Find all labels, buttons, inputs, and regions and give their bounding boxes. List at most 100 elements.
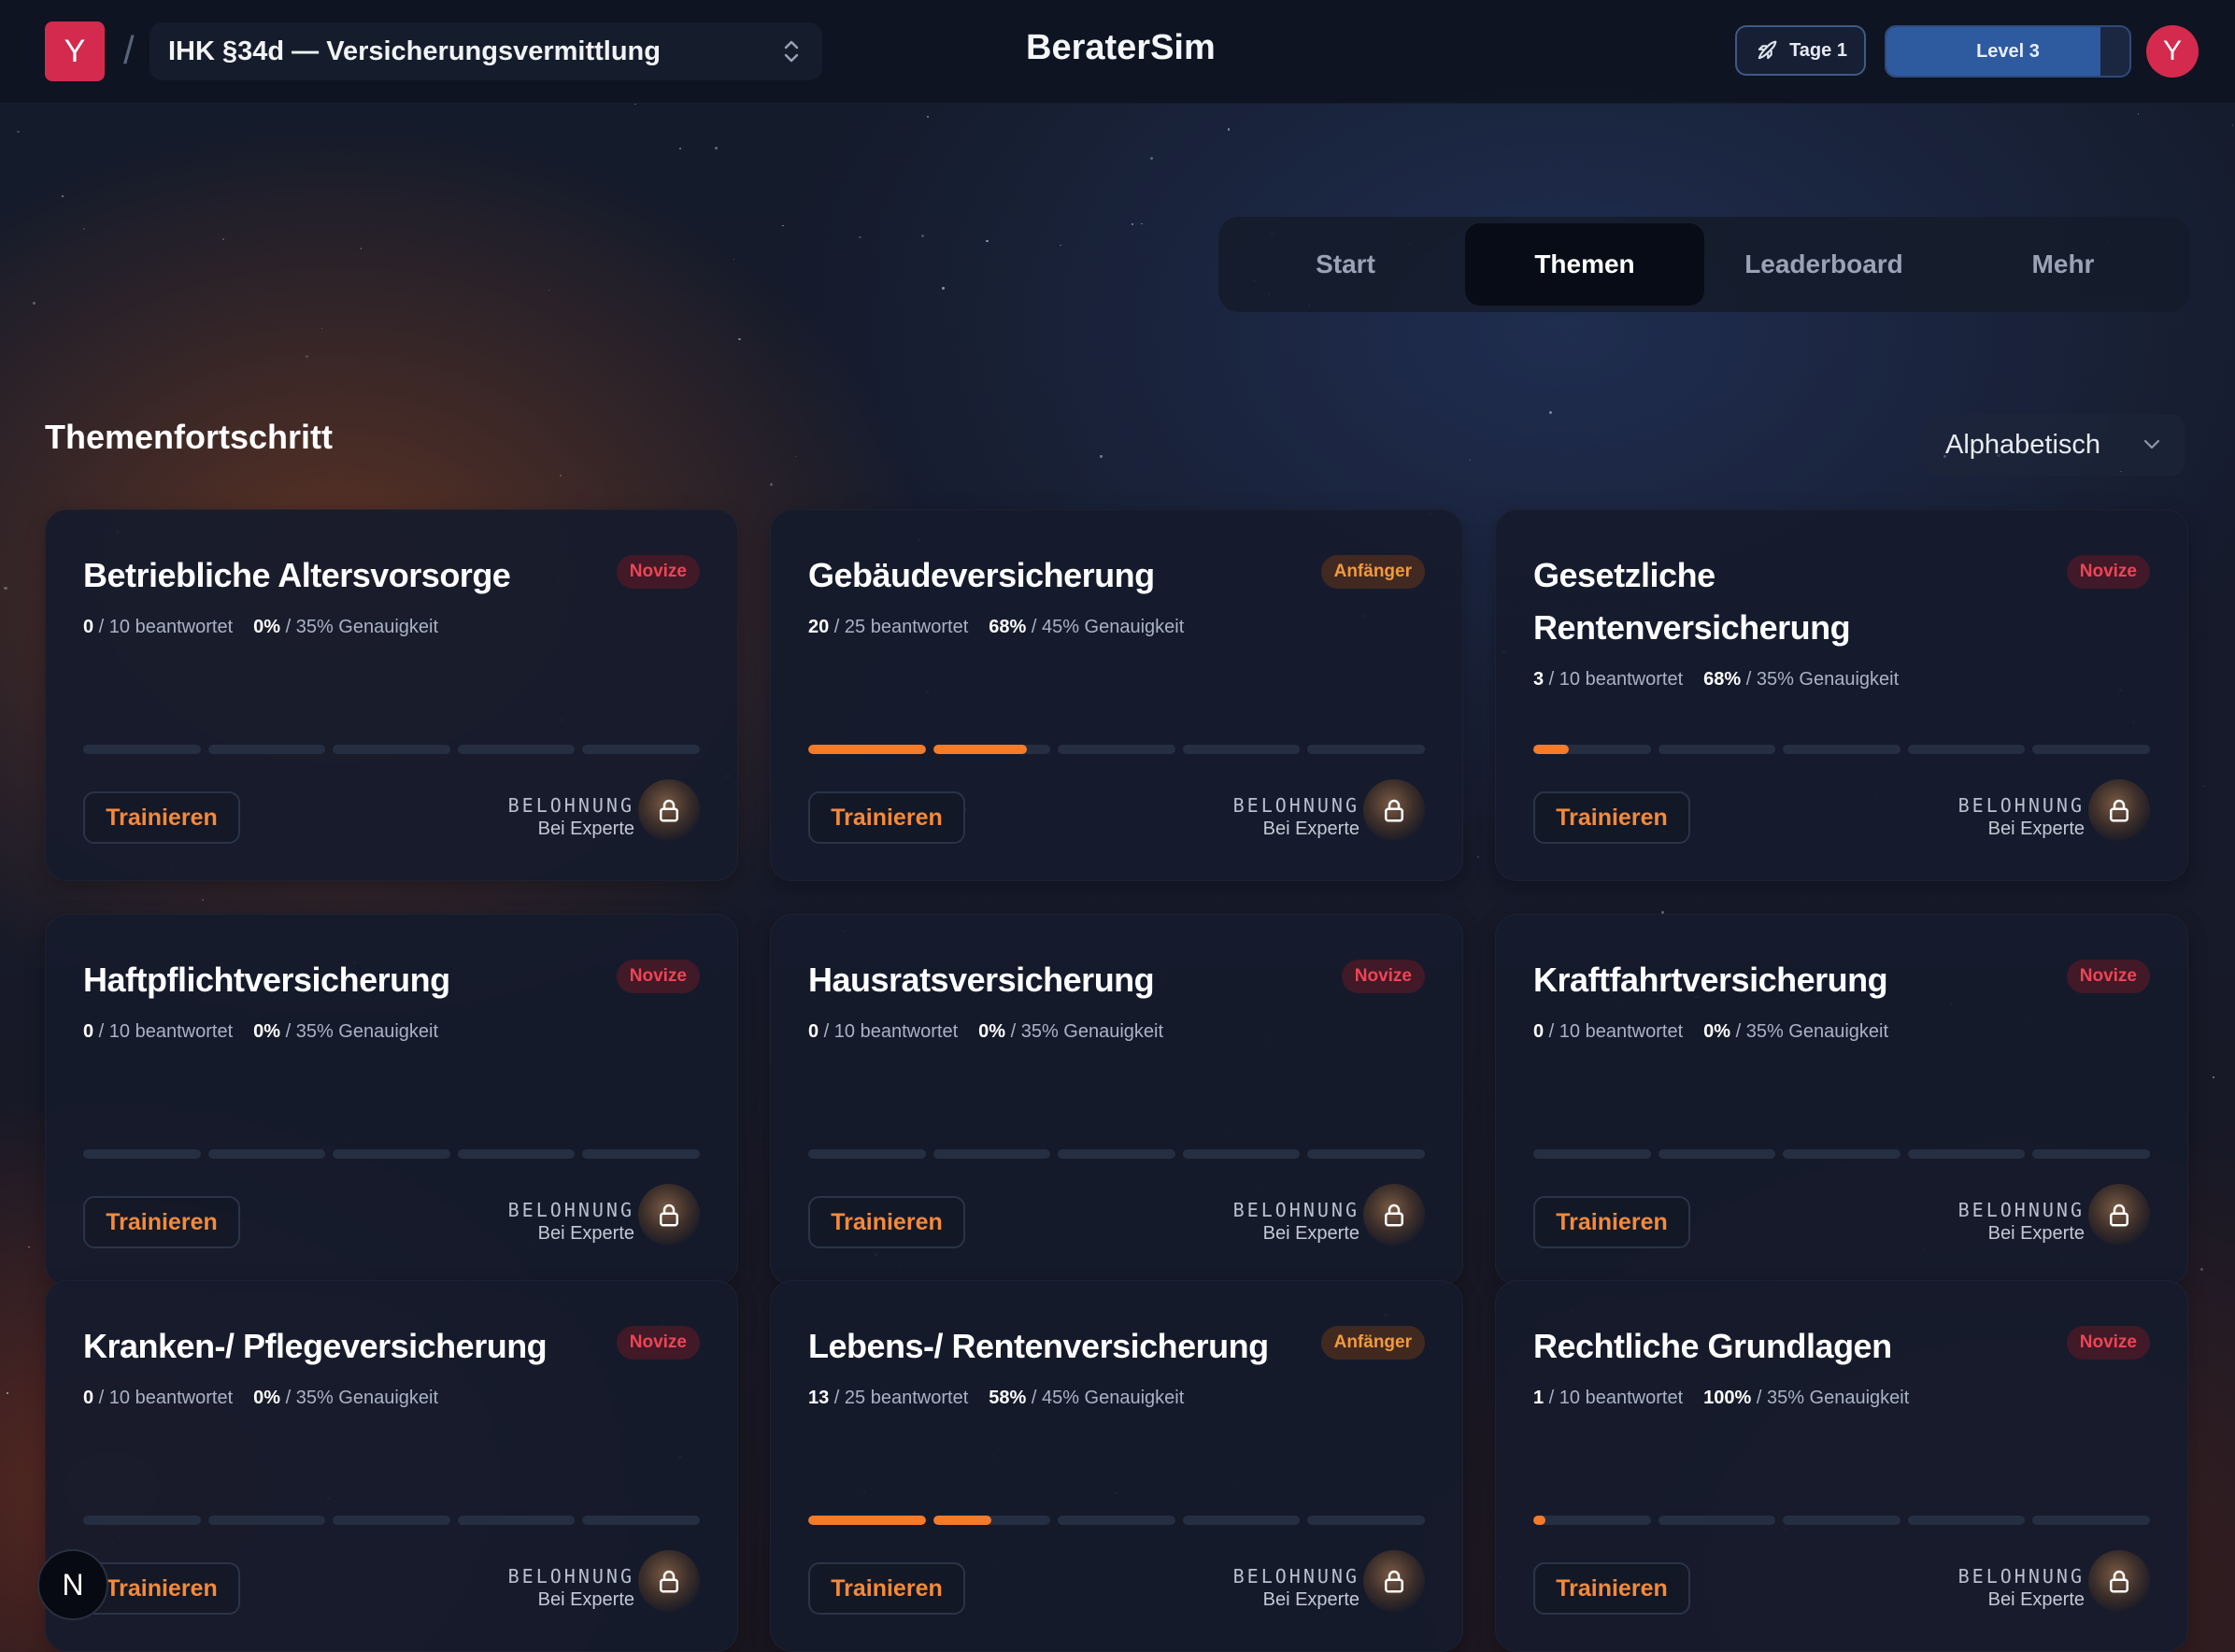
chevron-down-icon	[2143, 439, 2160, 449]
accuracy-value: 68%	[989, 617, 1027, 637]
accuracy-target: 45%	[1041, 617, 1079, 637]
tab-start[interactable]: Start	[1226, 223, 1465, 306]
progress-segment	[457, 745, 576, 754]
accuracy-suffix: Genauigkeit	[338, 1388, 439, 1408]
reward-label: BELOHNUNG	[1232, 1199, 1360, 1221]
progress-segment	[1907, 1149, 2026, 1159]
accuracy-target: 35%	[295, 1021, 334, 1042]
train-button[interactable]: Trainieren	[1533, 791, 1690, 844]
progress-segment	[932, 745, 1051, 754]
total-count: 25	[844, 1388, 866, 1408]
progress-segment	[83, 1516, 201, 1525]
user-avatar[interactable]: Y	[2146, 25, 2199, 78]
progress-segment-fill	[932, 745, 1028, 754]
star-dot	[794, 455, 796, 457]
topic-progress-bar	[808, 1149, 1425, 1159]
train-button[interactable]: Trainieren	[83, 791, 240, 844]
topic-progress-bar	[808, 745, 1425, 754]
star-dot	[986, 239, 989, 243]
progress-segment	[932, 1149, 1051, 1159]
star-dot	[1548, 411, 1552, 415]
answered-count: 13	[808, 1388, 830, 1408]
accuracy-value: 100%	[1703, 1388, 1752, 1408]
star-dot	[83, 228, 85, 230]
reward-character-image	[638, 1184, 700, 1246]
topic-stats: 0 / 10 beantwortet 0% / 35% Genauigkeit	[808, 1021, 1164, 1042]
progress-segment	[1533, 1149, 1651, 1159]
accuracy-suffix: Genauigkeit	[338, 1021, 439, 1042]
progress-segment	[1533, 745, 1651, 754]
accuracy-target: 35%	[1766, 1388, 1804, 1408]
train-button[interactable]: Trainieren	[1533, 1196, 1690, 1248]
accuracy-suffix: Genauigkeit	[1084, 1388, 1185, 1408]
answered-suffix: beantwortet	[1585, 1388, 1684, 1408]
progress-segment	[2032, 1516, 2150, 1525]
train-button[interactable]: Trainieren	[808, 1196, 965, 1248]
reward-character-image	[2088, 1184, 2150, 1246]
workspace-logo[interactable]: Y	[45, 21, 105, 81]
topic-card[interactable]: Lebens-/ Rentenversicherung Anfänger 13 …	[770, 1280, 1463, 1652]
streak-days-button[interactable]: Tage 1	[1735, 25, 1866, 76]
accuracy-suffix: Genauigkeit	[338, 617, 439, 637]
star-dot	[1476, 855, 1480, 859]
progress-segment	[1182, 745, 1301, 754]
topic-title: Gesetzliche Rentenversicherung	[1533, 556, 1851, 647]
star-dot	[2137, 113, 2140, 116]
accuracy-suffix: Genauigkeit	[1063, 1021, 1164, 1042]
dev-tools-badge[interactable]: N	[37, 1549, 108, 1620]
level-badge: Novize	[2066, 555, 2150, 589]
progress-segment	[932, 1516, 1051, 1525]
topic-card[interactable]: Betriebliche Altersvorsorge Novize 0 / 1…	[45, 509, 738, 881]
level-progress-pill[interactable]: Level 3	[1885, 25, 2131, 78]
topic-card[interactable]: Haftpflichtversicherung Novize 0 / 10 be…	[45, 914, 738, 1286]
progress-segment	[808, 1516, 926, 1525]
topic-stats: 0 / 10 beantwortet 0% / 35% Genauigkeit	[83, 1021, 439, 1042]
train-button[interactable]: Trainieren	[1533, 1562, 1690, 1615]
progress-segment	[333, 1149, 450, 1159]
topic-title: Lebens-/ Rentenversicherung	[808, 1327, 1269, 1365]
reward-info: BELOHNUNG Bei Experte	[1958, 1565, 2085, 1611]
star-dot	[2231, 124, 2234, 126]
topic-card[interactable]: Gesetzliche Rentenversicherung Novize 3 …	[1495, 509, 2188, 881]
progress-segment-fill	[1533, 745, 1569, 754]
level-badge: Novize	[2066, 960, 2150, 993]
streak-days-label: Tage 1	[1789, 39, 1847, 61]
sort-dropdown[interactable]: Alphabetisch	[1923, 414, 2185, 476]
star-dot	[1469, 459, 1472, 462]
star-dot	[1100, 455, 1103, 458]
star-dot	[920, 235, 924, 238]
course-selector[interactable]: IHK §34d — Versicherungsvermittlung	[149, 22, 822, 80]
tab-mehr[interactable]: Mehr	[1943, 223, 2183, 306]
lock-icon	[2110, 1570, 2128, 1593]
answered-suffix: beantwortet	[135, 1388, 234, 1408]
topic-card[interactable]: Gebäudeversicherung Anfänger 20 / 25 bea…	[770, 509, 1463, 881]
progress-segment	[582, 1516, 700, 1525]
answered-count: 0	[808, 1021, 819, 1042]
tab-leaderboard[interactable]: Leaderboard	[1704, 223, 1943, 306]
answered-suffix: beantwortet	[1585, 1021, 1684, 1042]
lock-icon	[2110, 799, 2128, 822]
progress-segment	[808, 745, 926, 754]
topic-card[interactable]: Kranken-/ Pflegeversicherung Novize 0 / …	[45, 1280, 738, 1652]
reward-condition: Bei Experte	[537, 819, 634, 839]
topic-card[interactable]: Rechtliche Grundlagen Novize 1 / 10 bean…	[1495, 1280, 2188, 1652]
reward-character-image	[2088, 779, 2150, 841]
answered-count: 0	[83, 1388, 94, 1408]
progress-segment	[1907, 1516, 2026, 1525]
total-count: 10	[108, 1388, 131, 1408]
progress-segment	[333, 1516, 450, 1525]
tab-themen[interactable]: Themen	[1465, 223, 1704, 306]
train-button[interactable]: Trainieren	[808, 1562, 965, 1615]
topic-card[interactable]: Kraftfahrtversicherung Novize 0 / 10 bea…	[1495, 914, 2188, 1286]
progress-segment	[1658, 1516, 1776, 1525]
train-button[interactable]: Trainieren	[83, 1196, 240, 1248]
star-dot	[28, 1246, 30, 1248]
accuracy-target: 35%	[1020, 1021, 1059, 1042]
topic-card[interactable]: Hausratsversicherung Novize 0 / 10 beant…	[770, 914, 1463, 1286]
reward-label: BELOHNUNG	[1957, 1199, 2085, 1221]
answered-count: 0	[83, 1021, 94, 1042]
reward-character-image	[638, 1550, 700, 1612]
train-button[interactable]: Trainieren	[808, 791, 965, 844]
star-dot	[560, 474, 562, 477]
level-badge: Novize	[1341, 960, 1425, 993]
